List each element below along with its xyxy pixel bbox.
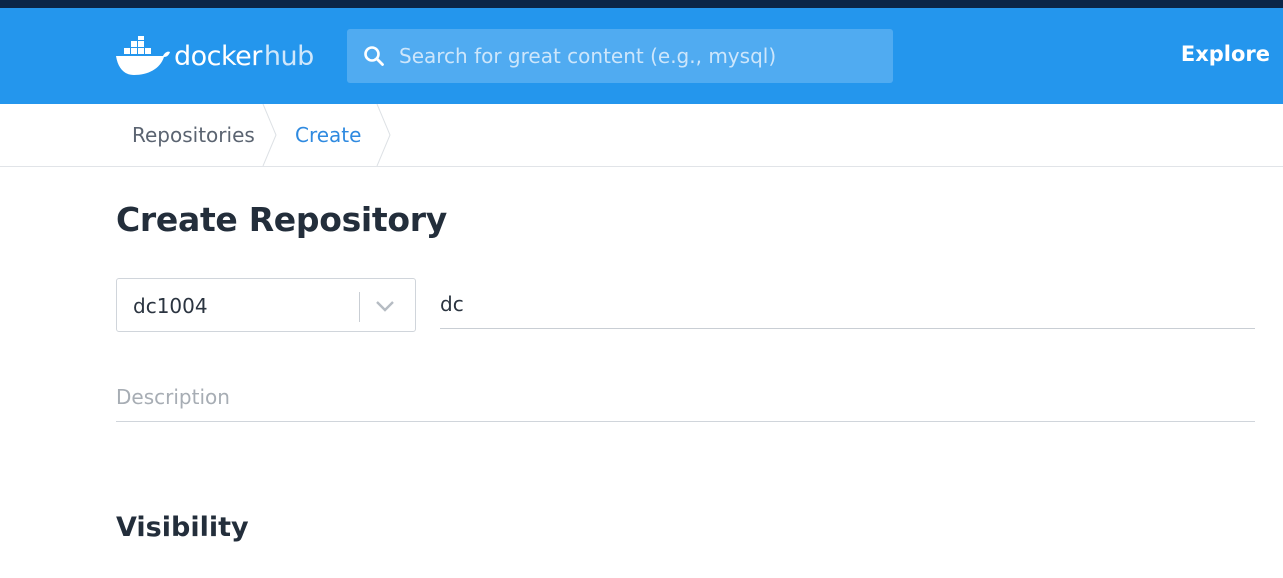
description-input[interactable]: [116, 380, 1255, 409]
namespace-select[interactable]: dc1004: [116, 278, 416, 332]
description-field[interactable]: [116, 380, 1255, 422]
visibility-heading: Visibility: [116, 512, 249, 543]
namespace-value: dc1004: [133, 294, 208, 318]
breadcrumb-separator-icon: [376, 104, 391, 166]
search-input[interactable]: [397, 43, 881, 69]
top-strip: [0, 0, 1283, 8]
repository-name-input[interactable]: [440, 285, 1255, 316]
page-title: Create Repository: [116, 200, 447, 239]
select-divider: [359, 292, 360, 322]
search-icon: [364, 46, 384, 66]
breadcrumb: Repositories Create: [0, 104, 1283, 167]
breadcrumb-repositories[interactable]: Repositories: [132, 104, 255, 166]
brand-hub-text: hub: [263, 40, 314, 72]
breadcrumb-separator-icon: [262, 104, 277, 166]
breadcrumb-create[interactable]: Create: [295, 104, 361, 166]
chevron-down-icon[interactable]: [375, 299, 395, 313]
navbar: dockerhub Explore: [0, 8, 1283, 104]
search-bar[interactable]: [347, 29, 893, 83]
brand-wordmark: dockerhub: [174, 43, 314, 70]
repository-name-field[interactable]: [440, 285, 1255, 329]
brand-docker-text: docker: [174, 40, 262, 72]
explore-link[interactable]: Explore: [1181, 42, 1270, 66]
docker-whale-logo-icon: [116, 36, 170, 75]
docker-hub-logo[interactable]: dockerhub: [116, 36, 314, 76]
